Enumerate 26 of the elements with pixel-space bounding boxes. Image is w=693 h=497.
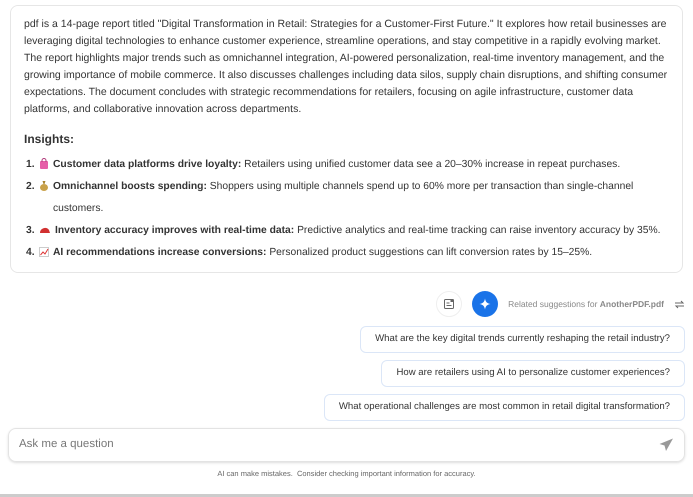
related-suggestions-label: Related suggestions for AnotherPDF.pdf — [508, 298, 664, 310]
swap-icon[interactable] — [674, 298, 685, 310]
question-input[interactable]: Ask me a question — [19, 436, 659, 454]
summary-paragraph: pdf is a 14-page report titled "Digital Transformation in Retail: Strategies for a Customer-First Future." It explores how retail businesses are leveraging digital technologies to enhance customer experience, streamline operations, and stay competitive in a rapidly evolving market. The report highlights major trends such as omnichannel integration, AI-powered personalization, real-time inventory management, and the growing importance of mobile commerce. It also discusses challenges including data silos, supply chain disruptions, and shifting consumer expectations. The document concludes with strategic recommendations for retailers, focusing on agile infrastructure, customer data platforms, and collaborative innovation across departments. — [24, 18, 668, 115]
sparkle-icon — [479, 298, 492, 310]
document-button[interactable] — [436, 291, 462, 317]
document-icon — [443, 298, 456, 310]
list-number: 1. — [26, 158, 36, 172]
list-number: 2. — [26, 180, 36, 194]
suggestion-chip[interactable]: What are the key digital trends currently reshaping the retail industry? — [360, 326, 685, 353]
suggestion-chip[interactable]: What operational challenges are most common in retail digital transformation? — [324, 394, 685, 421]
list-number: 3. — [26, 224, 36, 238]
suggestion-chip[interactable]: How are retailers using AI to personalize customer experiences? — [381, 360, 685, 387]
list-number: 4. — [26, 246, 36, 260]
sparkle-button[interactable] — [472, 291, 498, 317]
insight-text: Inventory accuracy improves with real-time data: Predictive analytics and real-time tracking can raise inventory accuracy by 35%. — [55, 224, 662, 238]
shopping-bag-icon — [39, 158, 49, 169]
insights-heading: Insights: — [24, 131, 75, 148]
insight-text: Omnichannel boosts spending: Shoppers using multiple channels spend up to 60% more per transaction than single-channel customers. — [53, 180, 634, 216]
question-field[interactable]: Ask me a question — [8, 428, 685, 462]
money-bag-icon — [39, 180, 49, 191]
cap-icon — [39, 226, 51, 235]
send-icon[interactable] — [659, 438, 674, 452]
insight-text: AI recommendations increase conversions: Personalized product suggestions can lift conversion rates by 15–25%. — [53, 246, 594, 260]
insight-text: Customer data platforms drive loyalty: Retailers using unified customer data see a 20–30% increase in repeat purchases. — [53, 158, 622, 172]
chart-up-icon — [39, 247, 49, 257]
